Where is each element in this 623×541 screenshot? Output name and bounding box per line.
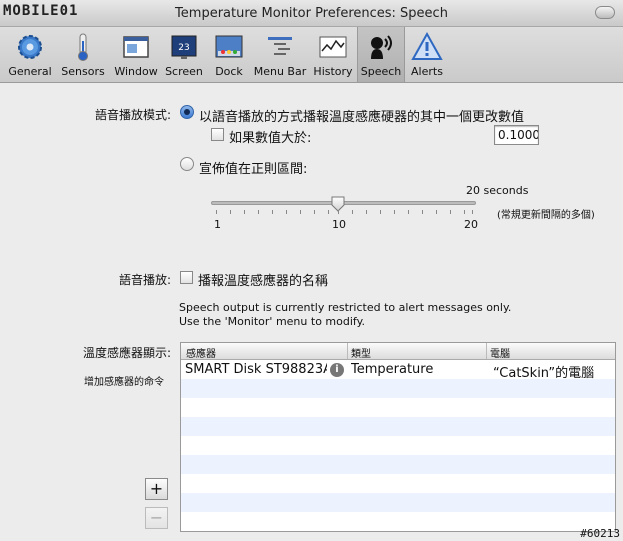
dock-icon [215,35,243,58]
column-header-type[interactable]: 類型 [351,345,371,360]
column-header-sensor[interactable]: 感應器 [186,345,216,360]
tab-label: Dock [215,65,243,78]
speech-icon [371,35,392,59]
interval-value-label: 20 seconds [466,184,529,197]
radio-speak-on-change-label: 以語音播放的方式播報溫度感應硬器的其中一個更改數值 [199,110,525,125]
speech-info-line2: Use the 'Monitor' menu to modify. [179,315,366,328]
tab-label: Screen [165,65,203,78]
tab-history[interactable]: History [311,27,355,82]
table-row-empty [181,436,615,455]
sensor-display-label: 溫度感應器顯示: [82,346,171,360]
slider-tick-label-min: 1 [214,218,221,231]
tab-window[interactable]: Window [111,27,161,82]
table-row-empty [181,493,615,512]
sensor-table[interactable]: 感應器 類型 電腦 SMART Disk ST98823A i Temperat… [180,342,616,532]
tab-label: Menu Bar [253,65,307,78]
cell-type: Temperature [351,362,434,377]
speech-mode-label: 語音播放模式: [94,108,171,122]
tab-label: History [313,65,353,78]
svg-text:23: 23 [178,43,189,53]
watermark: #60213 [580,527,620,540]
menubar-icon [268,37,292,55]
interval-note: (常規更新間隔的多個) [497,210,595,221]
screen-icon: 23 [171,35,197,59]
tab-screen[interactable]: 23 Screen [163,27,205,82]
column-header-computer[interactable]: 電腦 [490,345,510,360]
tab-label: Alerts [411,65,443,78]
table-row-empty [181,417,615,436]
tab-label: General [8,65,52,78]
add-sensor-command-label: 增加感應器的命令 [84,377,164,388]
tab-alerts[interactable]: Alerts [406,27,448,82]
window-icon [123,36,149,58]
speech-info-line1: Speech output is currently restricted to… [179,301,512,314]
speech-playback-label: 語音播放: [118,273,171,287]
slider-tick-label-mid: 10 [332,218,346,231]
speak-sensor-name-checkbox[interactable] [180,271,193,284]
table-row-empty [181,474,615,493]
table-row-empty [181,398,615,417]
table-header: 感應器 類型 電腦 [181,343,615,360]
remove-sensor-button[interactable]: − [145,507,168,529]
tab-menu-bar[interactable]: Menu Bar [252,27,308,82]
alert-icon [411,31,443,60]
radio-speak-interval-label: 宣佈值在正則區間: [199,162,308,177]
threshold-field[interactable]: 0.1000 [494,125,539,145]
tab-dock[interactable]: Dock [209,27,249,82]
threshold-checkbox-label: 如果數值大於: [229,131,312,146]
radio-speak-interval[interactable] [180,157,194,171]
tab-label: Sensors [61,65,105,78]
tab-general[interactable]: General [4,27,56,82]
table-row-empty [181,455,615,474]
speak-sensor-name-label: 播報溫度感應器的名稱 [198,274,329,289]
thermometer-icon [78,33,88,61]
table-row[interactable]: SMART Disk ST98823A i Temperature “CatSk… [181,360,615,381]
tab-sensors[interactable]: Sensors [58,27,108,82]
tab-speech[interactable]: Speech [357,27,405,82]
info-icon[interactable]: i [330,363,344,377]
radio-speak-on-change[interactable] [180,105,194,119]
threshold-checkbox[interactable] [211,128,224,141]
tab-label: Window [114,65,158,78]
toolbar: General Sensors Window 23 Screen Dock Me… [0,27,623,83]
tab-label: Speech [360,65,402,78]
history-icon [319,36,347,58]
table-row-empty [181,512,615,531]
title-bar: MOBILE01 Temperature Monitor Preferences… [0,0,623,27]
add-sensor-button[interactable]: + [145,478,168,500]
cell-sensor: SMART Disk ST98823A [185,362,327,377]
slider-tick-label-max: 20 [464,218,478,231]
table-row-empty [181,379,615,398]
window-title: Temperature Monitor Preferences: Speech [175,6,448,21]
gear-icon [18,35,42,59]
toolbar-toggle-button[interactable] [595,6,615,19]
